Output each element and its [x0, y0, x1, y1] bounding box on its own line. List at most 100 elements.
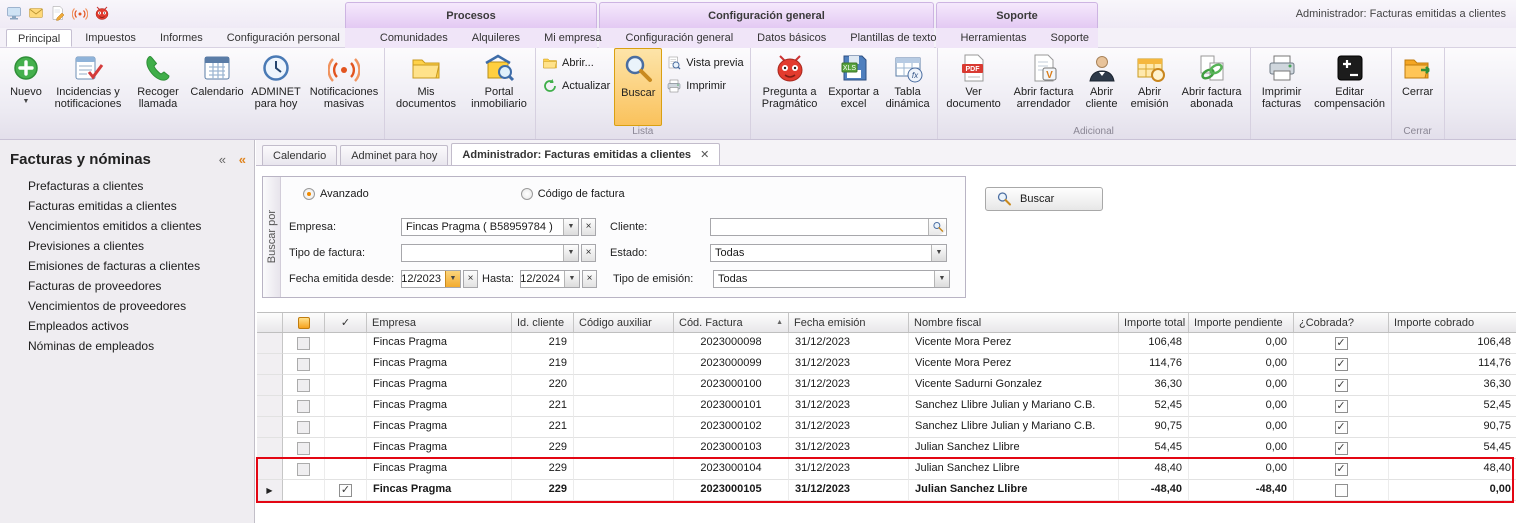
cobrada-checkbox[interactable] [1335, 484, 1348, 497]
empresa-combobox[interactable]: Fincas Pragma ( B58959784 ) ▼ [401, 218, 579, 236]
tab-configuracion-personal[interactable]: Configuración personal [216, 29, 351, 47]
tab-informes[interactable]: Informes [149, 29, 214, 47]
tab-mi-empresa[interactable]: Mi empresa [533, 29, 612, 47]
tab-configuracion-general[interactable]: Configuración general [615, 29, 745, 47]
tab-plantillas-de-texto[interactable]: Plantillas de texto [839, 29, 947, 47]
search-lookup-icon[interactable] [928, 219, 946, 235]
row-checkbox[interactable] [297, 463, 310, 476]
tipo-factura-combobox[interactable]: ▼ [401, 244, 579, 262]
grid-header-sel_check[interactable]: ✓ [325, 313, 367, 332]
nuevo-button[interactable]: Nuevo ▼ [4, 48, 48, 126]
cobrada-checkbox[interactable] [1335, 421, 1348, 434]
sidebar-item[interactable]: Empleados activos [0, 316, 254, 336]
clear-tipo-factura-button[interactable]: × [581, 244, 596, 262]
adminet-para-hoy-button[interactable]: ADMINET para hoy [246, 48, 306, 126]
sidebar-item[interactable]: Nóminas de empleados [0, 336, 254, 356]
doc-tab-adminet-para-hoy[interactable]: Adminet para hoy [340, 145, 448, 165]
tab-soporte[interactable]: Soporte [1040, 29, 1101, 47]
tab-herramientas[interactable]: Herramientas [949, 29, 1037, 47]
dropdown-button[interactable]: ▼ [934, 271, 949, 287]
row-checkbox[interactable] [297, 400, 310, 413]
abrir-emision-button[interactable]: Abrir emisión [1124, 48, 1176, 126]
grid-header-row_check[interactable] [283, 313, 325, 332]
table-row[interactable]: Fincas Pragma221202300010131/12/2023Sanc… [257, 396, 1516, 417]
actualizar-button[interactable]: Actualizar [538, 76, 614, 96]
calendario-button[interactable]: Calendario [188, 48, 246, 126]
grid-header-id_cliente[interactable]: Id. cliente [512, 313, 574, 332]
cerrar-button[interactable]: Cerrar [1394, 48, 1442, 126]
tab-impuestos[interactable]: Impuestos [74, 29, 147, 47]
clear-empresa-button[interactable]: × [581, 218, 596, 236]
grid-header-importe_total[interactable]: Importe total [1119, 313, 1189, 332]
cobrada-checkbox[interactable] [1335, 337, 1348, 350]
buscar-button[interactable]: Buscar [985, 187, 1103, 211]
radio-codigo-de-factura[interactable]: Código de factura [521, 188, 625, 200]
pregunta-pragmatico-button[interactable]: Pregunta a Pragmático [753, 48, 827, 126]
abrir-factura-arrendador-button[interactable]: Abrir factura arrendador [1008, 48, 1080, 126]
portal-inmobiliario-button[interactable]: Portal inmobiliario [465, 48, 533, 126]
close-tab-icon[interactable]: ✕ [700, 148, 709, 161]
pragmatico-icon[interactable] [93, 4, 110, 21]
recoger-llamada-button[interactable]: Recoger llamada [128, 48, 188, 126]
row-checkbox[interactable] [297, 379, 310, 392]
broadcast-icon[interactable] [71, 4, 88, 21]
mail-icon[interactable] [27, 4, 44, 21]
table-row[interactable]: ▶Fincas Pragma229202300010531/12/2023Jul… [257, 480, 1516, 501]
sidebar-item[interactable]: Previsiones a clientes [0, 236, 254, 256]
clear-hasta-button[interactable]: × [582, 270, 597, 288]
doc-tab-administrador-facturas[interactable]: Administrador: Facturas emitidas a clien… [451, 143, 720, 165]
editar-compensacion-button[interactable]: Editar compensación [1311, 48, 1389, 126]
screen-icon[interactable] [5, 4, 22, 21]
row-checkbox[interactable] [297, 421, 310, 434]
tab-comunidades[interactable]: Comunidades [369, 29, 459, 47]
clear-fecha-desde-button[interactable]: × [463, 270, 478, 288]
tab-principal[interactable]: Principal [6, 29, 72, 47]
dropdown-button[interactable]: ▼ [563, 219, 578, 235]
grid-header-importe_pendiente[interactable]: Importe pendiente [1189, 313, 1294, 332]
table-row[interactable]: Fincas Pragma219202300009831/12/2023Vice… [257, 333, 1516, 354]
tipo-emision-combobox[interactable]: Todas ▼ [713, 270, 950, 288]
grid-header-cobrada[interactable]: ¿Cobrada? [1294, 313, 1389, 332]
table-row[interactable]: Fincas Pragma229202300010431/12/2023Juli… [257, 459, 1516, 480]
cobrada-checkbox[interactable] [1335, 463, 1348, 476]
grid-header-cod_factura[interactable]: Cód. Factura▲ [674, 313, 789, 332]
dropdown-button[interactable]: ▼ [564, 271, 579, 287]
abrir-factura-abonada-button[interactable]: Abrir factura abonada [1176, 48, 1248, 126]
mis-documentos-button[interactable]: Mis documentos [387, 48, 465, 126]
radio-avanzado[interactable]: Avanzado [303, 188, 369, 200]
cobrada-checkbox[interactable] [1335, 358, 1348, 371]
sidebar-item[interactable]: Prefacturas a clientes [0, 176, 254, 196]
sidebar-item[interactable]: Vencimientos emitidos a clientes [0, 216, 254, 236]
tabla-dinamica-button[interactable]: Tabla dinámica [881, 48, 935, 126]
table-row[interactable]: Fincas Pragma221202300010231/12/2023Sanc… [257, 417, 1516, 438]
grid-header-empresa[interactable]: Empresa [367, 313, 512, 332]
abrir-cliente-button[interactable]: Abrir cliente [1080, 48, 1124, 126]
grid-header-fecha_emision[interactable]: Fecha emisión [789, 313, 909, 332]
exportar-excel-button[interactable]: Exportar a excel [827, 48, 881, 126]
edit-document-icon[interactable] [49, 4, 66, 21]
table-row[interactable]: Fincas Pragma229202300010331/12/2023Juli… [257, 438, 1516, 459]
estado-combobox[interactable]: Todas ▼ [710, 244, 947, 262]
doc-tab-calendario[interactable]: Calendario [262, 145, 337, 165]
calendar-dropdown-button[interactable]: ▼ [445, 271, 460, 287]
dropdown-button[interactable]: ▼ [563, 245, 578, 261]
cobrada-checkbox[interactable] [1335, 379, 1348, 392]
sidebar-item[interactable]: Facturas de proveedores [0, 276, 254, 296]
row-checkbox[interactable] [297, 442, 310, 455]
grid-header-importe_cobrado[interactable]: Importe cobrado [1389, 313, 1516, 332]
collapse-chevron-icon[interactable]: « [219, 152, 226, 167]
vista-previa-button[interactable]: Vista previa [662, 53, 747, 73]
sidebar-item[interactable]: Facturas emitidas a clientes [0, 196, 254, 216]
table-row[interactable]: Fincas Pragma219202300009931/12/2023Vice… [257, 354, 1516, 375]
row-checkbox[interactable] [297, 337, 310, 350]
fecha-desde-datepicker[interactable]: 31/12/2023 ▼ [401, 270, 461, 288]
sidebar-item[interactable]: Emisiones de facturas a clientes [0, 256, 254, 276]
tab-alquileres[interactable]: Alquileres [461, 29, 531, 47]
grid-header-nombre_fiscal[interactable]: Nombre fiscal [909, 313, 1119, 332]
cliente-input[interactable] [710, 218, 947, 236]
row-checkbox[interactable] [297, 358, 310, 371]
tab-datos-basicos[interactable]: Datos básicos [746, 29, 837, 47]
abrir-button[interactable]: Abrir... [538, 53, 614, 73]
sidebar-item[interactable]: Vencimientos de proveedores [0, 296, 254, 316]
hasta-datepicker[interactable]: 31/12/2024 ▼ [520, 270, 580, 288]
